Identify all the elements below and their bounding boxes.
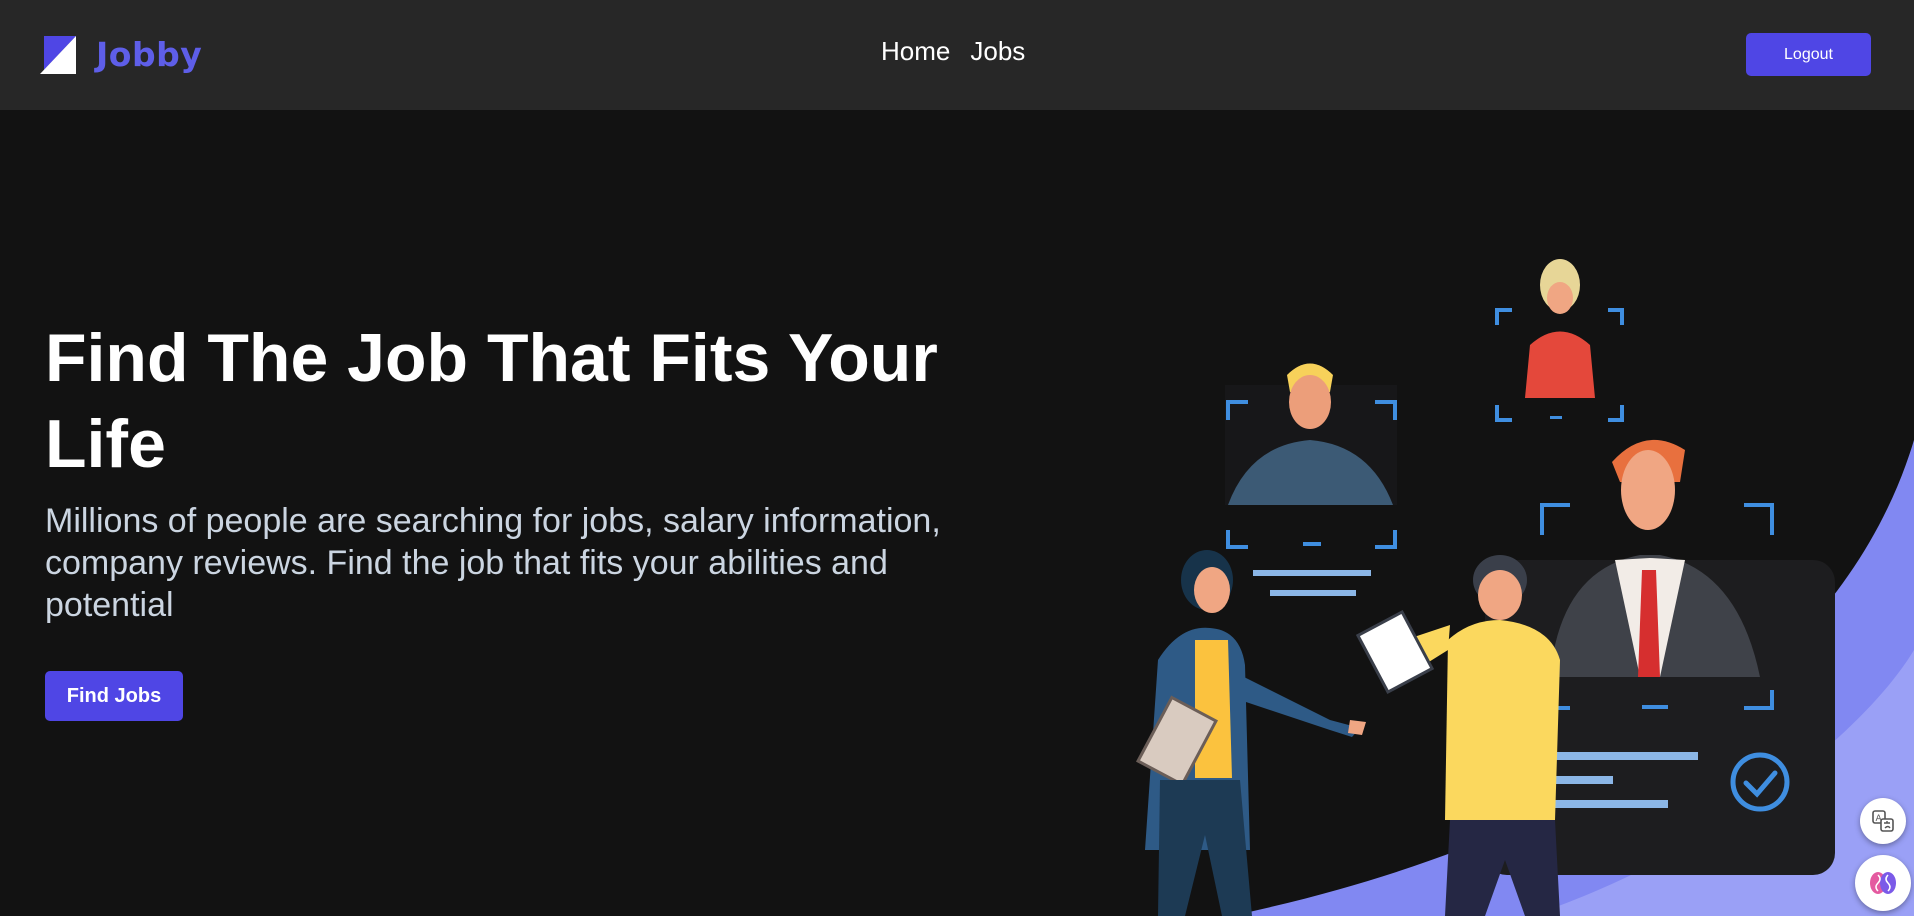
navbar: Jobby Home Jobs Logout (0, 0, 1914, 110)
jobby-logo-icon[interactable] (40, 34, 76, 74)
translate-icon[interactable]: A (1860, 798, 1906, 844)
hero-title: Find The Job That Fits Your Life (45, 320, 938, 482)
brand-name[interactable]: Jobby (96, 35, 202, 74)
brain-icon[interactable] (1855, 855, 1911, 911)
brand[interactable]: Jobby (40, 30, 202, 78)
nav-links: Home Jobs (881, 36, 1025, 67)
nav-link-home[interactable]: Home (881, 36, 950, 67)
hero-description: Millions of people are searching for job… (45, 502, 941, 624)
hero-section: Find The Job That Fits Your Life Million… (0, 110, 1914, 916)
nav-link-jobs[interactable]: Jobs (970, 36, 1025, 67)
logout-button[interactable]: Logout (1746, 33, 1871, 76)
find-jobs-button[interactable]: Find Jobs (45, 671, 183, 721)
